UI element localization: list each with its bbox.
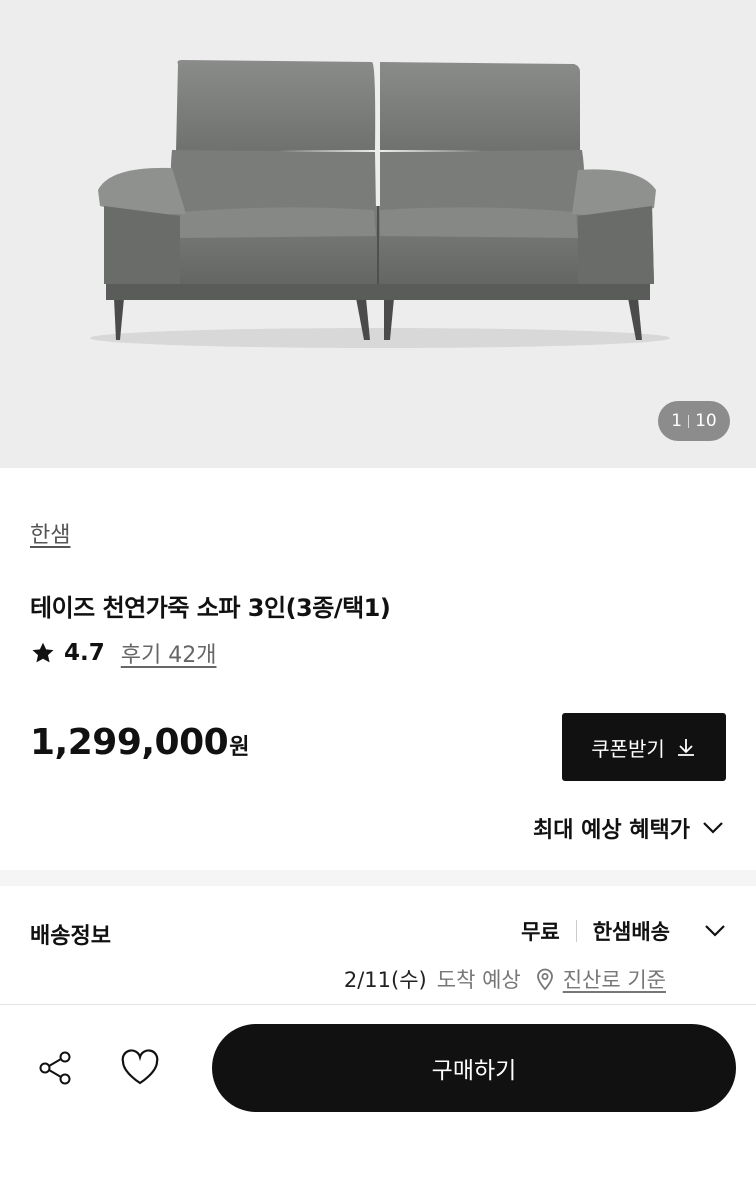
image-pager: 1 10 — [658, 401, 730, 441]
product-title: 테이즈 천연가죽 소파 3인(3종/택1) — [30, 594, 391, 622]
shipping-label: 배송정보 — [30, 924, 111, 949]
pager-total: 10 — [695, 411, 717, 431]
brand-link[interactable]: 한샘 — [30, 517, 70, 549]
share-icon — [39, 1051, 71, 1085]
wishlist-button[interactable] — [118, 1046, 162, 1090]
rating-score: 4.7 — [64, 640, 105, 666]
coupon-button-label: 쿠폰받기 — [591, 736, 665, 761]
shipping-toggle[interactable]: 무료 한샘배송 — [521, 916, 726, 946]
max-benefit-label: 최대 예상 혜택가 — [533, 818, 690, 843]
rating-row: 4.7 후기 42개 — [30, 636, 216, 670]
chevron-down-icon — [703, 822, 723, 834]
buy-button[interactable]: 구매하기 — [212, 1024, 736, 1112]
product-image — [90, 60, 670, 348]
product-image-gallery[interactable]: 1 10 — [0, 0, 756, 468]
price-amount: 1,299,000 — [30, 722, 229, 763]
price-currency: 원 — [229, 735, 250, 760]
max-benefit-toggle[interactable]: 최대 예상 혜택가 — [533, 812, 724, 844]
chevron-down-icon — [705, 925, 725, 937]
location-pin-icon — [536, 968, 553, 991]
section-divider — [0, 870, 756, 886]
coupon-button[interactable]: 쿠폰받기 — [562, 713, 726, 781]
delivery-location-link[interactable]: 진산로 기준 — [563, 964, 666, 994]
pager-current: 1 — [671, 411, 683, 431]
review-link[interactable]: 후기 42개 — [121, 637, 217, 669]
shipping-fee: 무료 — [521, 920, 560, 944]
arrival-text: 도착 예상 — [436, 968, 521, 992]
share-button[interactable] — [36, 1048, 76, 1088]
shipping-carrier: 한샘배송 — [592, 920, 670, 944]
heart-icon — [121, 1049, 159, 1085]
pager-divider — [688, 414, 690, 428]
arrival-date: 2/11(수) — [343, 968, 427, 992]
price: 1,299,000 원 — [30, 722, 249, 763]
shipping-separator — [575, 920, 577, 942]
star-icon — [32, 642, 54, 663]
download-arrow-icon — [677, 739, 694, 756]
arrival-estimate: 2/11(수) 도착 예상 진산로 기준 — [344, 964, 666, 994]
